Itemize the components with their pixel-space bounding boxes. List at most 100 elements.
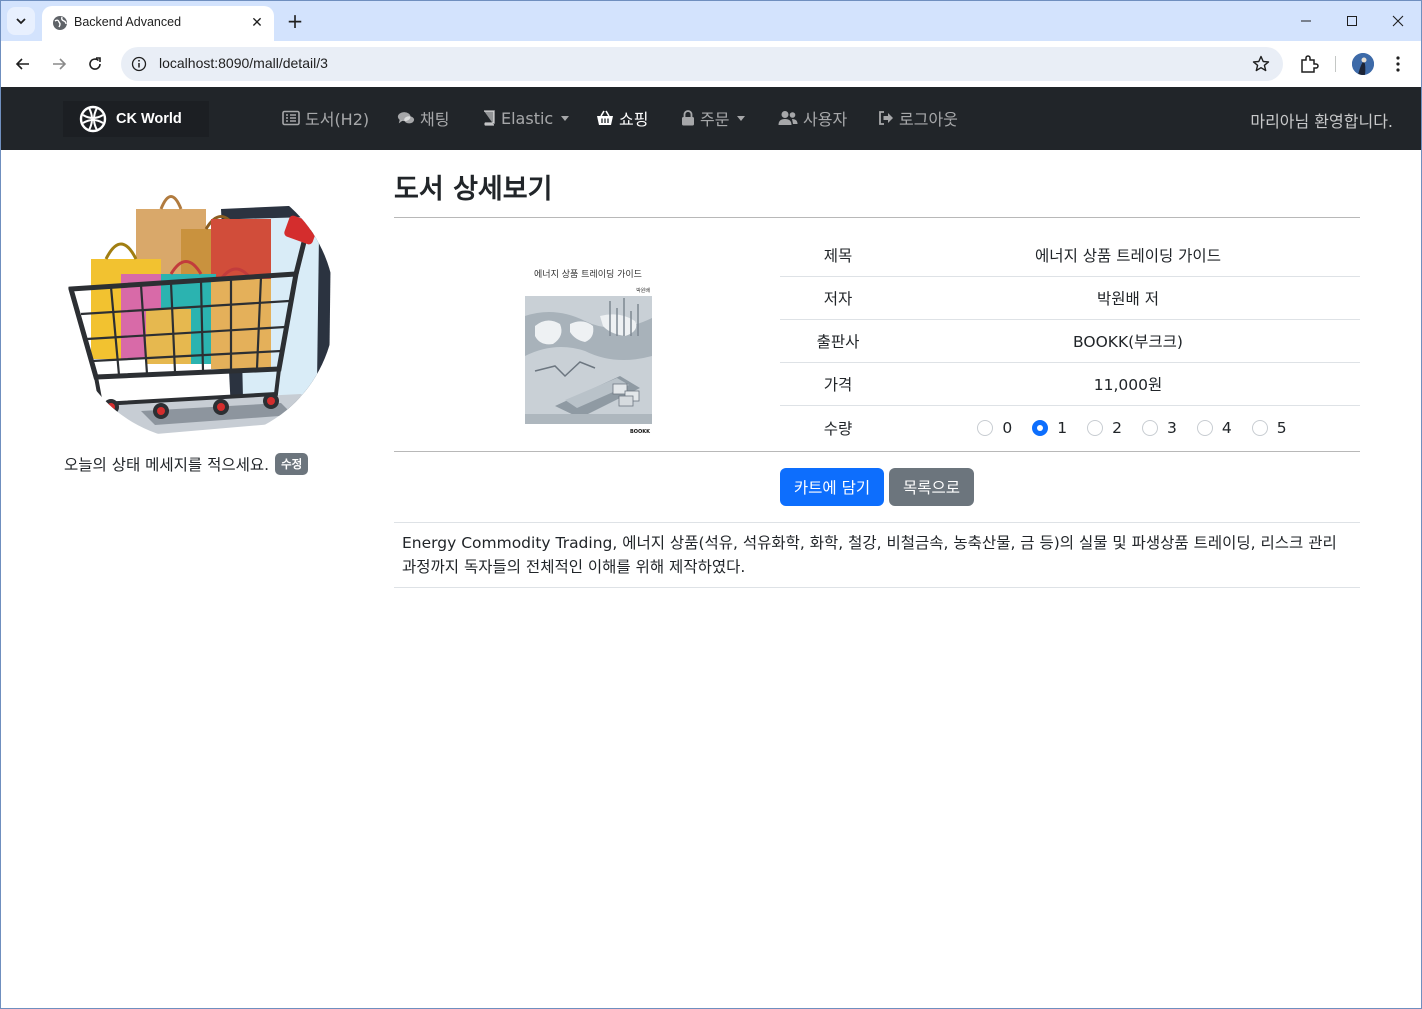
browser-tab[interactable]: Backend Advanced ✕ <box>42 6 274 41</box>
status-message-row: 오늘의 상태 메세지를 적으세요. 수정 <box>64 453 309 475</box>
quantity-radio[interactable] <box>977 419 994 436</box>
new-tab-button[interactable]: + <box>283 9 307 33</box>
nav-logout[interactable]: 로그아웃 <box>878 107 958 129</box>
cover-publisher: BOOKK <box>629 429 650 435</box>
quantity-option-label: 1 <box>1057 418 1068 437</box>
author-value: 박원배 저 <box>1097 290 1159 308</box>
quantity-radio-group: 0 1 2 3 4 5 <box>896 419 1360 437</box>
quantity-radio[interactable] <box>1142 419 1158 436</box>
quantity-radio[interactable] <box>1196 419 1213 436</box>
forward-button[interactable] <box>45 50 73 78</box>
brand-name: CK World <box>116 111 182 127</box>
caret-down-icon <box>561 115 570 121</box>
back-to-list-button[interactable]: 목록으로 <box>889 468 974 506</box>
extensions-puzzle-icon[interactable] <box>1298 53 1320 75</box>
globe-icon <box>53 16 67 30</box>
price-label: 가격 <box>823 376 853 394</box>
browser-menu-button[interactable] <box>1387 53 1409 75</box>
quantity-label: 수량 <box>823 419 853 438</box>
book-description: Energy Commodity Trading, 에너지 상품(석유, 석유화… <box>402 534 1337 576</box>
author-label: 저자 <box>823 290 853 308</box>
quantity-option[interactable]: 3 <box>1142 419 1177 437</box>
comments-icon <box>397 112 415 124</box>
cover-author: 박원배 <box>636 288 650 294</box>
shopping-cart-illustration <box>67 195 331 437</box>
address-bar[interactable]: localhost:8090/mall/detail/3 <box>121 47 1283 81</box>
info-icon[interactable] <box>131 56 147 72</box>
quantity-option[interactable]: 0 <box>977 419 1012 437</box>
table-row: 제목 에너지 상품 트레이딩 가이드 <box>780 234 1360 277</box>
table-divider <box>394 451 1360 452</box>
tab-strip: Backend Advanced ✕ + <box>1 1 1421 41</box>
nav-shopping[interactable]: 쇼핑 <box>596 107 648 129</box>
description-divider-top <box>394 522 1360 523</box>
table-row: 출판사 BOOKK(부크크) <box>780 320 1360 363</box>
book-cover-image: 에너지 상품 트레이딩 가이드 박원배 BOOKK <box>518 258 658 440</box>
nav-label: 로그아웃 <box>899 110 958 129</box>
close-icon <box>1392 15 1404 27</box>
toolbar-divider <box>1335 56 1336 72</box>
globe-logo-icon <box>79 105 107 133</box>
quantity-radio[interactable] <box>1251 419 1268 436</box>
description-divider-bottom <box>394 587 1360 588</box>
minimize-button[interactable] <box>1283 7 1329 35</box>
nav-chat[interactable]: 채팅 <box>397 107 449 129</box>
list-icon <box>282 110 300 126</box>
minimize-icon <box>1301 20 1311 22</box>
more-vert-icon <box>1396 56 1400 72</box>
table-row: 수량 0 1 2 3 4 5 <box>780 406 1360 449</box>
nav-label: 주문 <box>700 110 730 129</box>
users-icon <box>778 111 798 125</box>
title-label: 제목 <box>823 247 853 265</box>
quantity-option[interactable]: 5 <box>1251 419 1287 437</box>
nav-elastic-dropdown[interactable]: Elastic <box>482 107 570 129</box>
cover-artwork <box>525 296 652 424</box>
maximize-button[interactable] <box>1329 7 1375 35</box>
avatar-icon <box>1352 53 1374 75</box>
arrow-right-icon <box>53 58 67 70</box>
reload-icon <box>89 57 101 70</box>
nav-label: 사용자 <box>803 110 848 129</box>
nav-orders-dropdown[interactable]: 주문 <box>681 107 746 129</box>
book-info-table: 제목 에너지 상품 트레이딩 가이드 저자 박원배 저 출판사 BOOKK(부크… <box>780 234 1360 449</box>
reload-button[interactable] <box>81 50 109 78</box>
quantity-option-label: 2 <box>1112 418 1122 437</box>
profile-avatar[interactable] <box>1352 53 1374 75</box>
nav-users[interactable]: 사용자 <box>778 107 847 129</box>
nav-label: Elastic <box>501 108 554 128</box>
price-value: 11,000원 <box>1093 376 1163 394</box>
publisher-label: 출판사 <box>816 333 860 351</box>
window-close-button[interactable] <box>1375 7 1421 35</box>
quantity-option-label: 4 <box>1221 418 1232 437</box>
quantity-option[interactable]: 1 <box>1032 419 1067 437</box>
lock-icon <box>682 110 694 126</box>
close-tab-icon[interactable]: ✕ <box>248 14 266 32</box>
quantity-radio[interactable] <box>1087 419 1104 436</box>
url-text[interactable]: localhost:8090/mall/detail/3 <box>159 55 328 71</box>
bookmark-star-icon[interactable] <box>1251 54 1271 74</box>
quantity-radio[interactable] <box>1032 419 1049 436</box>
browser-toolbar: localhost:8090/mall/detail/3 <box>1 41 1421 87</box>
title-value: 에너지 상품 트레이딩 가이드 <box>1035 247 1221 265</box>
page-title: 도서 상세보기 <box>394 174 553 205</box>
browser-window: Backend Advanced ✕ + localhost:8090/mall… <box>0 0 1422 1009</box>
book-icon <box>484 110 495 126</box>
quantity-option[interactable]: 2 <box>1087 419 1122 437</box>
add-to-cart-button[interactable]: 카트에 담기 <box>780 468 884 506</box>
chevron-down-icon <box>16 18 26 25</box>
table-row: 가격 11,000원 <box>780 363 1360 406</box>
table-row: 저자 박원배 저 <box>780 277 1360 320</box>
tab-search-button[interactable] <box>7 7 35 35</box>
arrow-left-icon <box>15 58 29 70</box>
publisher-value: BOOKK(부크크) <box>1073 333 1183 351</box>
maximize-icon <box>1347 16 1357 26</box>
back-button[interactable] <box>9 50 37 78</box>
quantity-option[interactable]: 4 <box>1196 418 1232 437</box>
edit-status-button[interactable]: 수정 <box>275 453 309 475</box>
sign-out-icon <box>879 111 893 125</box>
nav-books-h2[interactable]: 도서(H2) <box>282 107 369 129</box>
brand-link[interactable]: CK World <box>63 101 209 137</box>
welcome-message: 마리아님 환영합니다. <box>1250 112 1393 131</box>
caret-down-icon <box>737 115 746 121</box>
quantity-option-label: 3 <box>1167 418 1177 437</box>
